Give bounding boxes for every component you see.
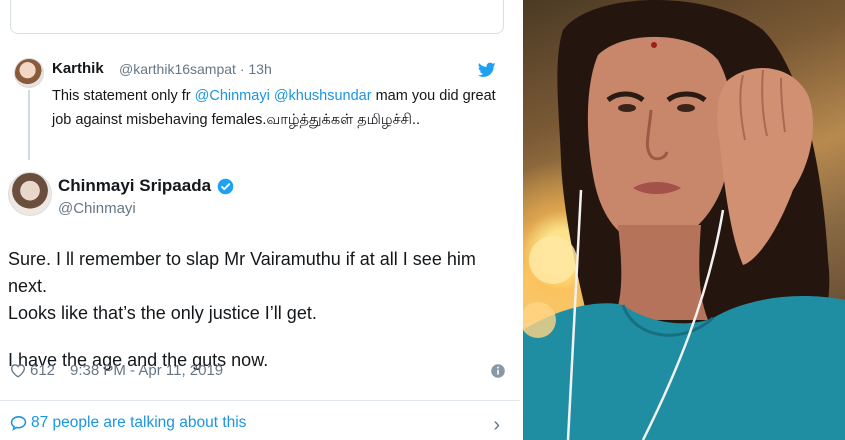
heart-icon[interactable]: [10, 363, 26, 378]
thread-line: [28, 90, 30, 160]
verified-icon: [217, 178, 234, 195]
info-icon[interactable]: [490, 363, 506, 379]
twitter-bird-icon: [478, 62, 496, 77]
tweet-timestamp[interactable]: 9:38 PM - Apr 11, 2019: [70, 362, 223, 379]
author-handle[interactable]: @Chinmayi: [58, 200, 136, 217]
like-count: 612: [30, 362, 56, 379]
reply-avatar[interactable]: [14, 58, 44, 88]
portrait-illustration: [523, 0, 845, 440]
chevron-right-icon[interactable]: ›: [493, 414, 500, 437]
reply-text: This statement only fr @Chinmayi @khushs…: [52, 84, 512, 132]
mention-link[interactable]: @Chinmayi: [195, 88, 270, 104]
conversation-count[interactable]: 87 people are talking about this: [31, 414, 246, 432]
tweet-screenshot-panel: Karthik @karthik16sampat · 13h This stat…: [0, 0, 520, 440]
author-avatar[interactable]: [8, 172, 52, 216]
reply-author-handle-time: @karthik16sampat · 13h: [119, 61, 272, 77]
tweet-body: Sure. I ll remember to slap Mr Vairamuth…: [8, 246, 508, 374]
reply-text-part: This statement only fr: [52, 88, 195, 104]
conversation-link[interactable]: 87 people are talking about this ›: [0, 402, 520, 440]
divider: [0, 400, 520, 401]
portrait-photo: [523, 0, 845, 440]
tweet-meta: 612 9:38 PM - Apr 11, 2019: [8, 360, 508, 384]
mention-link[interactable]: @khushsundar: [274, 88, 372, 104]
tweet-line: Looks like that’s the only justice I’ll …: [8, 303, 317, 323]
speech-bubble-icon: [10, 416, 27, 431]
previous-tweet-edge: [0, 0, 520, 44]
previous-tweet-card: [10, 0, 504, 34]
tweet-line: Sure. I ll remember to slap Mr Vairamuth…: [8, 249, 476, 296]
reply-author-name[interactable]: Karthik: [52, 60, 104, 77]
author-name[interactable]: Chinmayi Sripaada: [58, 176, 211, 196]
